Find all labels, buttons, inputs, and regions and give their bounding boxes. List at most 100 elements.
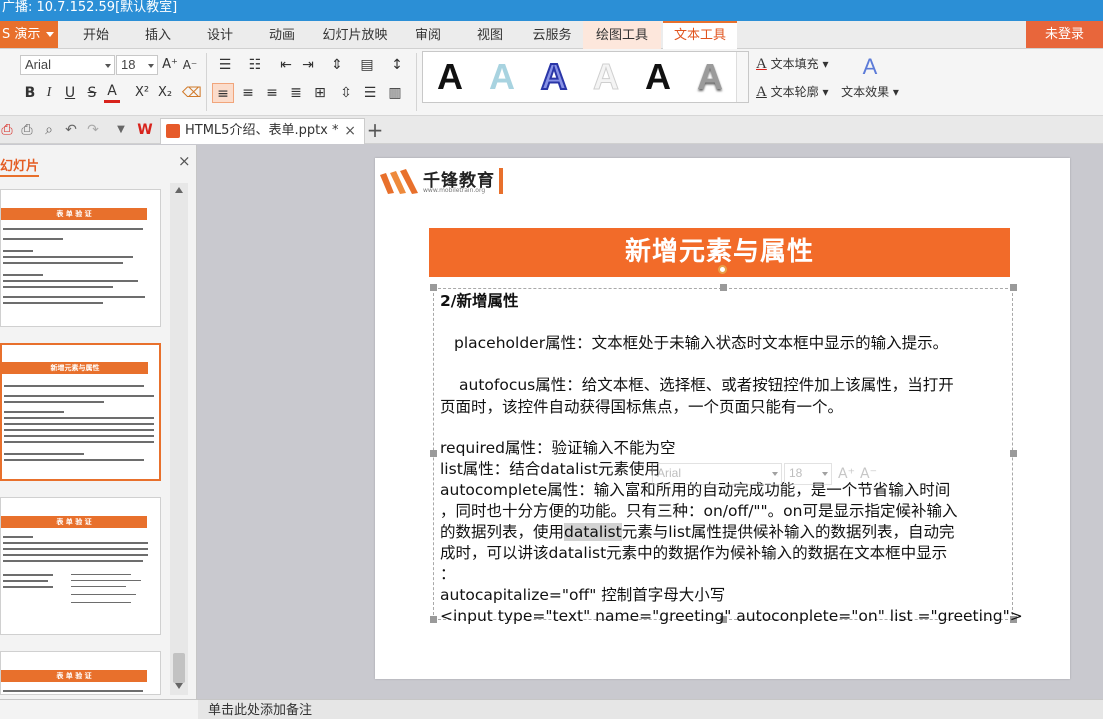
resize-handle[interactable] xyxy=(1010,284,1017,291)
scrollbar-thumb[interactable] xyxy=(173,653,185,683)
clear-format-icon[interactable]: ⌫ xyxy=(182,83,202,103)
slides-panel-scrollbar[interactable] xyxy=(170,183,188,695)
text-style-option[interactable]: A xyxy=(534,56,574,98)
mini-size-select[interactable]: 18 xyxy=(784,463,832,485)
thumbnail-text xyxy=(4,385,144,387)
tab-text-tools[interactable]: 文本工具 xyxy=(663,21,737,49)
resize-handle[interactable] xyxy=(720,284,727,291)
mini-grow-font-button[interactable]: A⁺ xyxy=(838,463,855,485)
slide-thumbnail[interactable]: 表 单 验 证 xyxy=(0,651,161,695)
thumbnail-text xyxy=(3,302,103,304)
login-button[interactable]: 未登录 xyxy=(1026,21,1103,48)
slide-thumbnail[interactable]: 表 单 验 证 xyxy=(0,189,161,327)
resize-handle[interactable] xyxy=(430,284,437,291)
thumbnail-text xyxy=(4,401,104,403)
numbered-list-icon[interactable]: ☷ xyxy=(242,55,268,75)
ribbon-separator xyxy=(416,53,417,111)
decrease-indent-icon[interactable]: ⇤ xyxy=(276,55,296,75)
font-family-select[interactable]: Arial xyxy=(20,55,115,75)
superscript-button[interactable]: X² xyxy=(132,83,152,103)
distribute-icon[interactable]: ⊞ xyxy=(310,83,330,103)
thumbnail-text xyxy=(4,423,154,425)
print-icon[interactable]: ⎙ xyxy=(18,121,36,139)
font-size-select[interactable]: 18 xyxy=(116,55,158,75)
ribbon-separator xyxy=(206,53,207,111)
gallery-scrollbar[interactable] xyxy=(736,52,748,102)
text-style-option[interactable]: A xyxy=(638,57,678,97)
slide-text-line: <input type="text" name="greeting" autoc… xyxy=(440,607,1023,625)
text-orientation-icon[interactable]: ↕ xyxy=(384,55,410,75)
font-color-button[interactable]: A xyxy=(104,83,120,103)
scroll-down-icon[interactable] xyxy=(175,683,183,689)
text-style-option[interactable]: A xyxy=(482,57,522,97)
italic-button[interactable]: I xyxy=(42,83,56,103)
align-right-icon[interactable]: ≡ xyxy=(262,83,282,103)
slide-canvas[interactable]: 千锋教育 www.mobiletrain.org 新增元素与属性 2/新增属性 … xyxy=(375,158,1070,679)
justify-icon[interactable]: ≣ xyxy=(286,83,306,103)
app-menu-button[interactable]: S 演示 xyxy=(0,21,58,48)
subscript-button[interactable]: X₂ xyxy=(155,83,175,103)
print-preview-icon[interactable]: ⌕ xyxy=(40,121,58,139)
text-style-option[interactable]: A xyxy=(690,57,730,97)
text-style-option[interactable]: A xyxy=(430,57,470,97)
close-icon[interactable]: × xyxy=(344,119,356,143)
mini-shrink-font-button[interactable]: A⁻ xyxy=(860,463,877,485)
resize-handle[interactable] xyxy=(430,450,437,457)
close-icon[interactable]: × xyxy=(178,152,191,170)
tab-design[interactable]: 设计 xyxy=(194,21,246,49)
customize-dropdown-icon[interactable]: ▼ xyxy=(114,121,128,139)
tab-animation[interactable]: 动画 xyxy=(256,21,308,49)
shrink-font-button[interactable]: A⁻ xyxy=(181,55,199,75)
tab-cloud[interactable]: 云服务 xyxy=(524,21,580,49)
tab-review[interactable]: 审阅 xyxy=(402,21,454,49)
tab-drawing-tools[interactable]: 绘图工具 xyxy=(583,21,661,49)
ribbon-tab-row: S 演示 开始 插入 设计 动画 幻灯片放映 审阅 视图 云服务 绘图工具 文本… xyxy=(0,21,1103,49)
bold-button[interactable]: B xyxy=(22,83,38,103)
text-effect-button[interactable]: A 文本效果 ▾ xyxy=(840,55,900,107)
text-style-option[interactable]: A xyxy=(586,56,626,97)
thumbnail-text xyxy=(4,417,154,419)
align-left-icon[interactable]: ≡ xyxy=(212,83,234,103)
new-tab-button[interactable]: + xyxy=(366,118,384,142)
tab-slideshow[interactable]: 幻灯片放映 xyxy=(318,21,392,49)
strikethrough-button[interactable]: S xyxy=(84,83,100,103)
grow-font-button[interactable]: A⁺ xyxy=(161,55,179,75)
thumbnail-text xyxy=(3,690,143,692)
pdf-icon[interactable]: ⎙ xyxy=(0,121,14,139)
window-titlebar: 广播: 10.7.152.59[默认教室] xyxy=(0,0,1103,21)
slide-thumbnail[interactable]: 表 单 验 证 xyxy=(0,497,161,635)
scroll-up-icon[interactable] xyxy=(175,187,183,193)
tab-insert[interactable]: 插入 xyxy=(132,21,184,49)
tab-home[interactable]: 开始 xyxy=(70,21,122,49)
columns-icon[interactable]: ▥ xyxy=(384,83,406,103)
resize-handle[interactable] xyxy=(430,616,437,623)
align-text-icon[interactable]: ▤ xyxy=(354,55,380,75)
redo-icon[interactable]: ↷ xyxy=(84,121,102,139)
text-style-gallery[interactable]: A A A A A A xyxy=(422,51,749,103)
thumbnail-text xyxy=(4,459,144,461)
mini-font-select[interactable]: Arial xyxy=(652,463,782,485)
chevron-down-icon xyxy=(148,64,154,68)
thumbnail-text xyxy=(3,262,123,264)
tab-view[interactable]: 视图 xyxy=(464,21,516,49)
document-tab[interactable]: HTML5介绍、表单.pptx * × xyxy=(160,118,365,144)
thumbnail-text xyxy=(3,256,133,258)
line-spacing-icon[interactable]: ⇳ xyxy=(336,83,356,103)
notes-pane[interactable]: 单击此处添加备注 xyxy=(198,699,1103,719)
thumbnail-text xyxy=(3,574,53,576)
undo-icon[interactable]: ↶ xyxy=(62,121,80,139)
mini-format-toolbar[interactable]: Arial 18 A⁺ A⁻ xyxy=(592,463,883,486)
wps-logo-icon[interactable]: W xyxy=(135,121,155,139)
underline-button[interactable]: U xyxy=(62,83,78,103)
resize-handle[interactable] xyxy=(1010,450,1017,457)
paragraph-spacing-icon[interactable]: ☰ xyxy=(360,83,380,103)
text-outline-button[interactable]: A 文本轮廓 ▾ xyxy=(756,83,829,101)
text-direction-icon[interactable]: ⇕ xyxy=(324,55,350,75)
rotate-handle[interactable] xyxy=(718,265,727,274)
bullet-list-icon[interactable]: ☰ xyxy=(212,55,238,75)
align-center-icon[interactable]: ≡ xyxy=(238,83,258,103)
text-fill-button[interactable]: A 文本填充 ▾ xyxy=(756,55,829,73)
slide-thumbnail-selected[interactable]: 新增元素与属性 xyxy=(0,343,161,481)
increase-indent-icon[interactable]: ⇥ xyxy=(298,55,318,75)
chevron-down-icon xyxy=(772,472,778,476)
